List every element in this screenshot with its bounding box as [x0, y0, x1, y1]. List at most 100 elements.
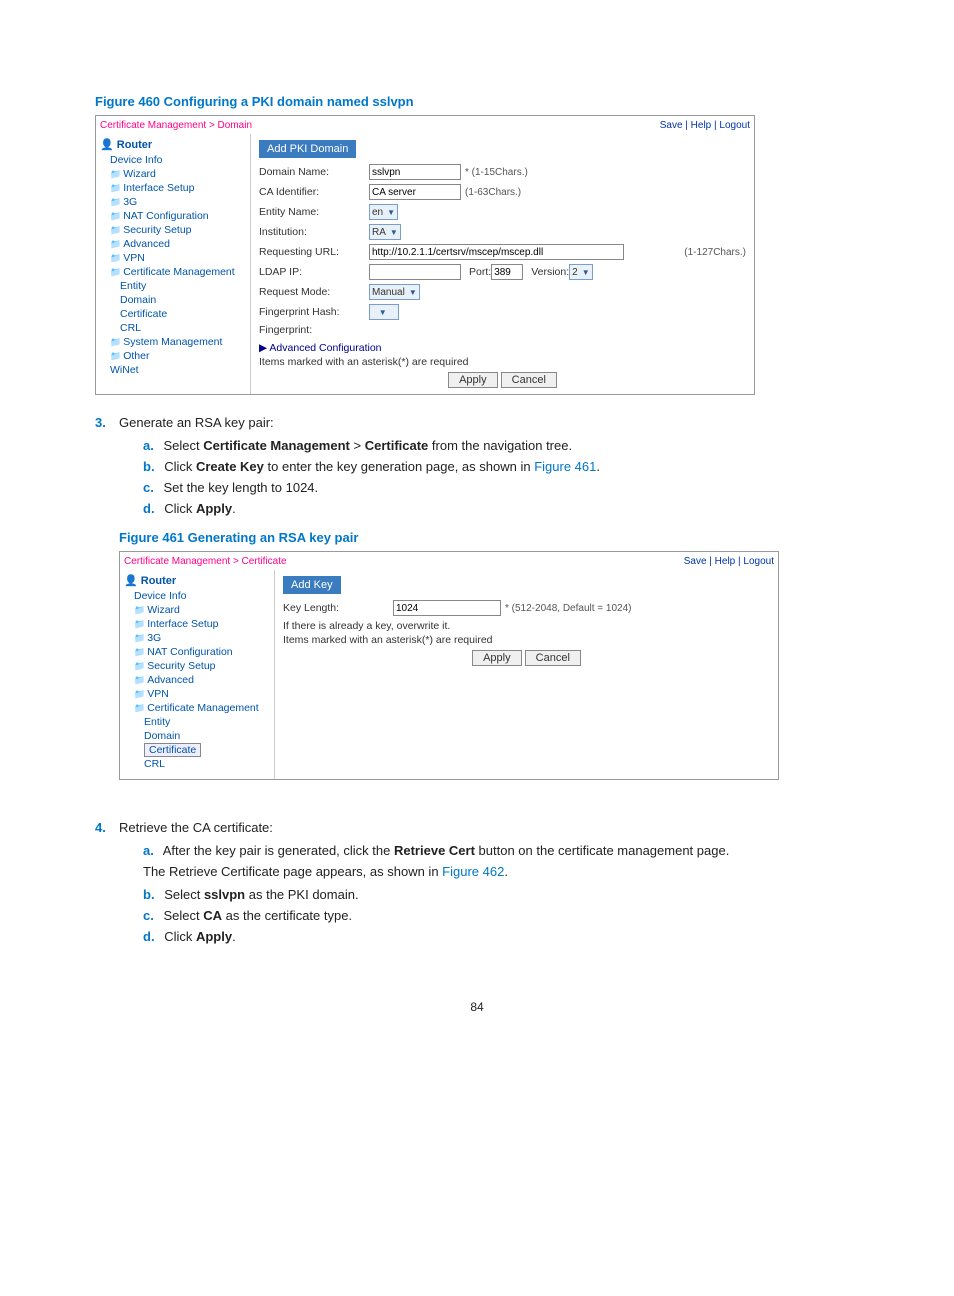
requesting-url-label: Requesting URL: [259, 246, 369, 258]
required-note: Items marked with an asterisk(*) are req… [259, 356, 746, 368]
tree-item[interactable]: Interface Setup [134, 617, 270, 631]
hint: (1-127Chars.) [684, 247, 746, 258]
ldap-ip-input[interactable] [369, 264, 461, 280]
screenshot-460: Certificate Management > Domain Save | H… [95, 115, 755, 395]
chevron-down-icon: ▼ [409, 288, 417, 297]
version-label: Version: [531, 266, 569, 278]
page-number: 84 [95, 1000, 859, 1014]
fingerprint-hash-select[interactable]: ▼ [369, 304, 399, 320]
fingerprint-hash-label: Fingerprint Hash: [259, 306, 369, 318]
nav-tree[interactable]: 👤 Router Device Info Wizard Interface Se… [120, 570, 275, 779]
tree-item-entity[interactable]: Entity [120, 279, 246, 293]
step-3c: c. Set the key length to 1024. [143, 480, 859, 495]
hint: * (512-2048, Default = 1024) [505, 603, 631, 614]
step-4c: c. Select CA as the certificate type. [143, 908, 859, 923]
form-panel: Add Key Key Length: * (512-2048, Default… [275, 570, 778, 779]
tree-item[interactable]: 3G [134, 631, 270, 645]
tree-item[interactable]: Device Info [134, 589, 270, 603]
step-4a-para: The Retrieve Certificate page appears, a… [119, 864, 859, 879]
tree-item-domain[interactable]: Domain [144, 729, 270, 743]
chevron-down-icon: ▼ [387, 208, 395, 217]
panel-header: Add PKI Domain [259, 140, 356, 158]
domain-name-label: Domain Name: [259, 166, 369, 178]
chevron-down-icon: ▼ [390, 228, 398, 237]
key-length-label: Key Length: [283, 602, 393, 614]
hint: * (1-15Chars.) [465, 167, 528, 178]
tree-item-certificate[interactable]: Certificate [144, 743, 201, 757]
request-mode-select[interactable]: Manual▼ [369, 284, 420, 300]
tree-root[interactable]: 👤 Router [124, 574, 270, 587]
step-4b: b. Select sslvpn as the PKI domain. [143, 887, 859, 902]
top-links[interactable]: Save | Help | Logout [660, 120, 750, 131]
form-panel: Add PKI Domain Domain Name: * (1-15Chars… [251, 134, 754, 394]
step-4-text: Retrieve the CA certificate: [119, 820, 273, 835]
tree-item[interactable]: Advanced [110, 237, 246, 251]
entity-name-select[interactable]: en▼ [369, 204, 398, 220]
tree-item[interactable]: Advanced [134, 673, 270, 687]
panel-header: Add Key [283, 576, 341, 594]
breadcrumb: Certificate Management > Domain [100, 120, 252, 131]
version-select[interactable]: 2▼ [569, 264, 592, 280]
ca-id-label: CA Identifier: [259, 186, 369, 198]
figure-461-link[interactable]: Figure 461 [534, 459, 596, 474]
step-3a: a. Select Certificate Management > Certi… [143, 438, 859, 453]
step-4a: a. After the key pair is generated, clic… [143, 843, 859, 858]
tree-item-crl[interactable]: CRL [144, 757, 270, 771]
cancel-button[interactable]: Cancel [525, 650, 581, 666]
tree-item[interactable]: VPN [110, 251, 246, 265]
advanced-config-link[interactable]: ▶ Advanced Configuration [259, 342, 382, 354]
breadcrumb: Certificate Management > Certificate [124, 556, 287, 567]
entity-name-label: Entity Name: [259, 206, 369, 218]
tree-item[interactable]: VPN [134, 687, 270, 701]
port-input[interactable] [491, 264, 523, 280]
institution-select[interactable]: RA▼ [369, 224, 401, 240]
tree-item-domain[interactable]: Domain [120, 293, 246, 307]
tree-item[interactable]: Certificate Management [134, 701, 270, 715]
nav-tree[interactable]: 👤 Router Device Info Wizard Interface Se… [96, 134, 251, 394]
screenshot-461: Certificate Management > Certificate Sav… [119, 551, 779, 780]
tree-item[interactable]: Certificate Management [110, 265, 246, 279]
tree-item[interactable]: NAT Configuration [134, 645, 270, 659]
tree-item[interactable]: Security Setup [110, 223, 246, 237]
step-3-text: Generate an RSA key pair: [119, 415, 274, 430]
chevron-down-icon: ▼ [582, 268, 590, 277]
tree-root[interactable]: 👤 Router [100, 138, 246, 151]
chevron-down-icon: ▼ [379, 308, 387, 317]
tree-item[interactable]: WiNet [110, 363, 246, 377]
fingerprint-label: Fingerprint: [259, 324, 369, 336]
tree-item[interactable]: 3G [110, 195, 246, 209]
tree-item-certificate[interactable]: Certificate [120, 307, 246, 321]
requesting-url-input[interactable] [369, 244, 624, 260]
step-3d: d. Click Apply. [143, 501, 859, 516]
tree-item[interactable]: Wizard [134, 603, 270, 617]
figure-461-title: Figure 461 Generating an RSA key pair [119, 530, 859, 545]
apply-button[interactable]: Apply [472, 650, 522, 666]
cancel-button[interactable]: Cancel [501, 372, 557, 388]
step-3b: b. Click Create Key to enter the key gen… [143, 459, 859, 474]
tree-item-crl[interactable]: CRL [120, 321, 246, 335]
request-mode-label: Request Mode: [259, 286, 369, 298]
key-length-input[interactable] [393, 600, 501, 616]
tree-item[interactable]: Wizard [110, 167, 246, 181]
apply-button[interactable]: Apply [448, 372, 498, 388]
top-links[interactable]: Save | Help | Logout [684, 556, 774, 567]
domain-name-input[interactable] [369, 164, 461, 180]
institution-label: Institution: [259, 226, 369, 238]
step-3-num: 3. [95, 415, 119, 800]
step-4-num: 4. [95, 820, 119, 950]
tree-item[interactable]: Interface Setup [110, 181, 246, 195]
figure-460-title: Figure 460 Configuring a PKI domain name… [95, 94, 859, 109]
tree-item[interactable]: Security Setup [134, 659, 270, 673]
figure-462-link[interactable]: Figure 462 [442, 864, 504, 879]
required-note: Items marked with an asterisk(*) are req… [283, 634, 770, 646]
tree-item[interactable]: NAT Configuration [110, 209, 246, 223]
tree-item[interactable]: Other [110, 349, 246, 363]
step-4d: d. Click Apply. [143, 929, 859, 944]
overwrite-note: If there is already a key, overwrite it. [283, 620, 770, 632]
port-label: Port: [469, 266, 491, 278]
ldap-ip-label: LDAP IP: [259, 266, 369, 278]
ca-id-input[interactable] [369, 184, 461, 200]
tree-item[interactable]: Device Info [110, 153, 246, 167]
tree-item-entity[interactable]: Entity [144, 715, 270, 729]
tree-item[interactable]: System Management [110, 335, 246, 349]
